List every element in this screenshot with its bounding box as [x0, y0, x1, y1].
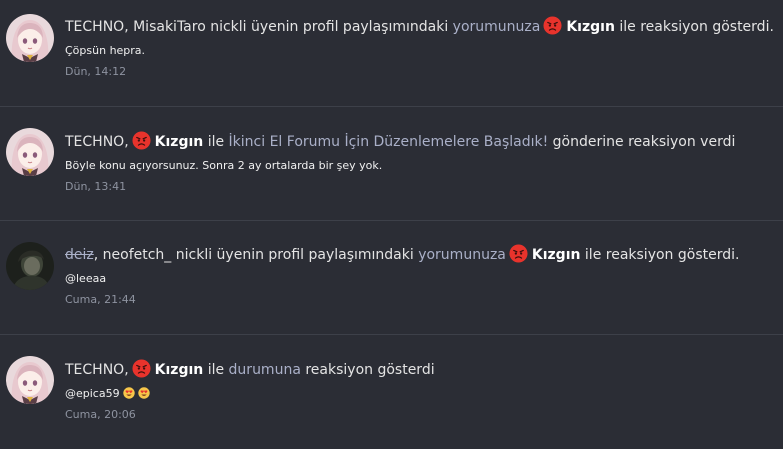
- anime-girl-avatar-icon: [6, 14, 54, 62]
- angry-face-icon: [132, 131, 151, 150]
- notification-body: TECHNO, Kızgın ile İkinci El Forumu İçin …: [65, 131, 775, 195]
- avatar[interactable]: [6, 242, 54, 290]
- notification-text: deiz, neofetch_ nickli üyenin profil pay…: [65, 244, 775, 265]
- timestamp: Cuma, 21:44: [65, 293, 136, 306]
- target-user-name[interactable]: neofetch_: [98, 247, 172, 263]
- notification-body: TECHNO, Kızgın ile durumuna reaksiyon gös…: [65, 359, 775, 423]
- content-snippet: Böyle konu açıyorsunuz. Sonra 2 ay ortal…: [65, 159, 383, 172]
- actor-name[interactable]: TECHNO: [65, 134, 124, 150]
- notification-item[interactable]: deiz, neofetch_ nickli üyenin profil pay…: [0, 221, 783, 335]
- actor-name[interactable]: TECHNO: [65, 19, 124, 35]
- angry-face-icon: [543, 16, 562, 35]
- notification-text: TECHNO, Kızgın ile durumuna reaksiyon gös…: [65, 359, 775, 380]
- anime-girl-avatar-icon: [6, 128, 54, 176]
- timestamp: Dün, 13:41: [65, 180, 127, 193]
- heart-eyes-emoji-icon: [138, 387, 150, 399]
- actor-name[interactable]: deiz: [65, 247, 94, 263]
- avatar[interactable]: [6, 14, 54, 62]
- content-snippet: @leeaa: [65, 272, 107, 285]
- comment-link[interactable]: yorumunuza: [418, 247, 506, 263]
- reaction-name: Kızgın: [531, 247, 581, 263]
- post-link[interactable]: İkinci El Forumu İçin Düzenlemelere Başl…: [229, 134, 549, 150]
- reaction-name: Kızgın: [154, 362, 204, 378]
- notification-body: deiz, neofetch_ nickli üyenin profil pay…: [65, 244, 775, 308]
- notification-item[interactable]: TECHNO, Kızgın ile durumuna reaksiyon gös…: [0, 335, 783, 449]
- actor-name[interactable]: TECHNO: [65, 362, 124, 378]
- angry-face-icon: [509, 244, 528, 263]
- heart-eyes-emoji-icon: [123, 387, 135, 399]
- notification-item[interactable]: TECHNO, MisakiTaro nickli üyenin profil …: [0, 0, 783, 107]
- dark-photo-avatar-icon: [6, 242, 54, 290]
- notification-text: TECHNO, Kızgın ile İkinci El Forumu İçin …: [65, 131, 775, 152]
- notification-item[interactable]: TECHNO, Kızgın ile İkinci El Forumu İçin …: [0, 107, 783, 221]
- angry-face-icon: [132, 359, 151, 378]
- notification-body: TECHNO, MisakiTaro nickli üyenin profil …: [65, 16, 775, 80]
- notification-list: TECHNO, MisakiTaro nickli üyenin profil …: [0, 0, 783, 449]
- notification-text: TECHNO, MisakiTaro nickli üyenin profil …: [65, 16, 775, 37]
- timestamp: Cuma, 20:06: [65, 408, 136, 421]
- timestamp: Dün, 14:12: [65, 65, 127, 78]
- content-snippet: @epica59: [65, 386, 775, 402]
- anime-girl-avatar-icon: [6, 356, 54, 404]
- content-snippet: Çöpsün hepra.: [65, 44, 146, 57]
- comment-link[interactable]: yorumunuza: [453, 19, 541, 35]
- reaction-name: Kızgın: [566, 19, 615, 35]
- status-link[interactable]: durumuna: [229, 362, 301, 378]
- avatar[interactable]: [6, 356, 54, 404]
- reaction-name: Kızgın: [154, 134, 204, 150]
- avatar[interactable]: [6, 128, 54, 176]
